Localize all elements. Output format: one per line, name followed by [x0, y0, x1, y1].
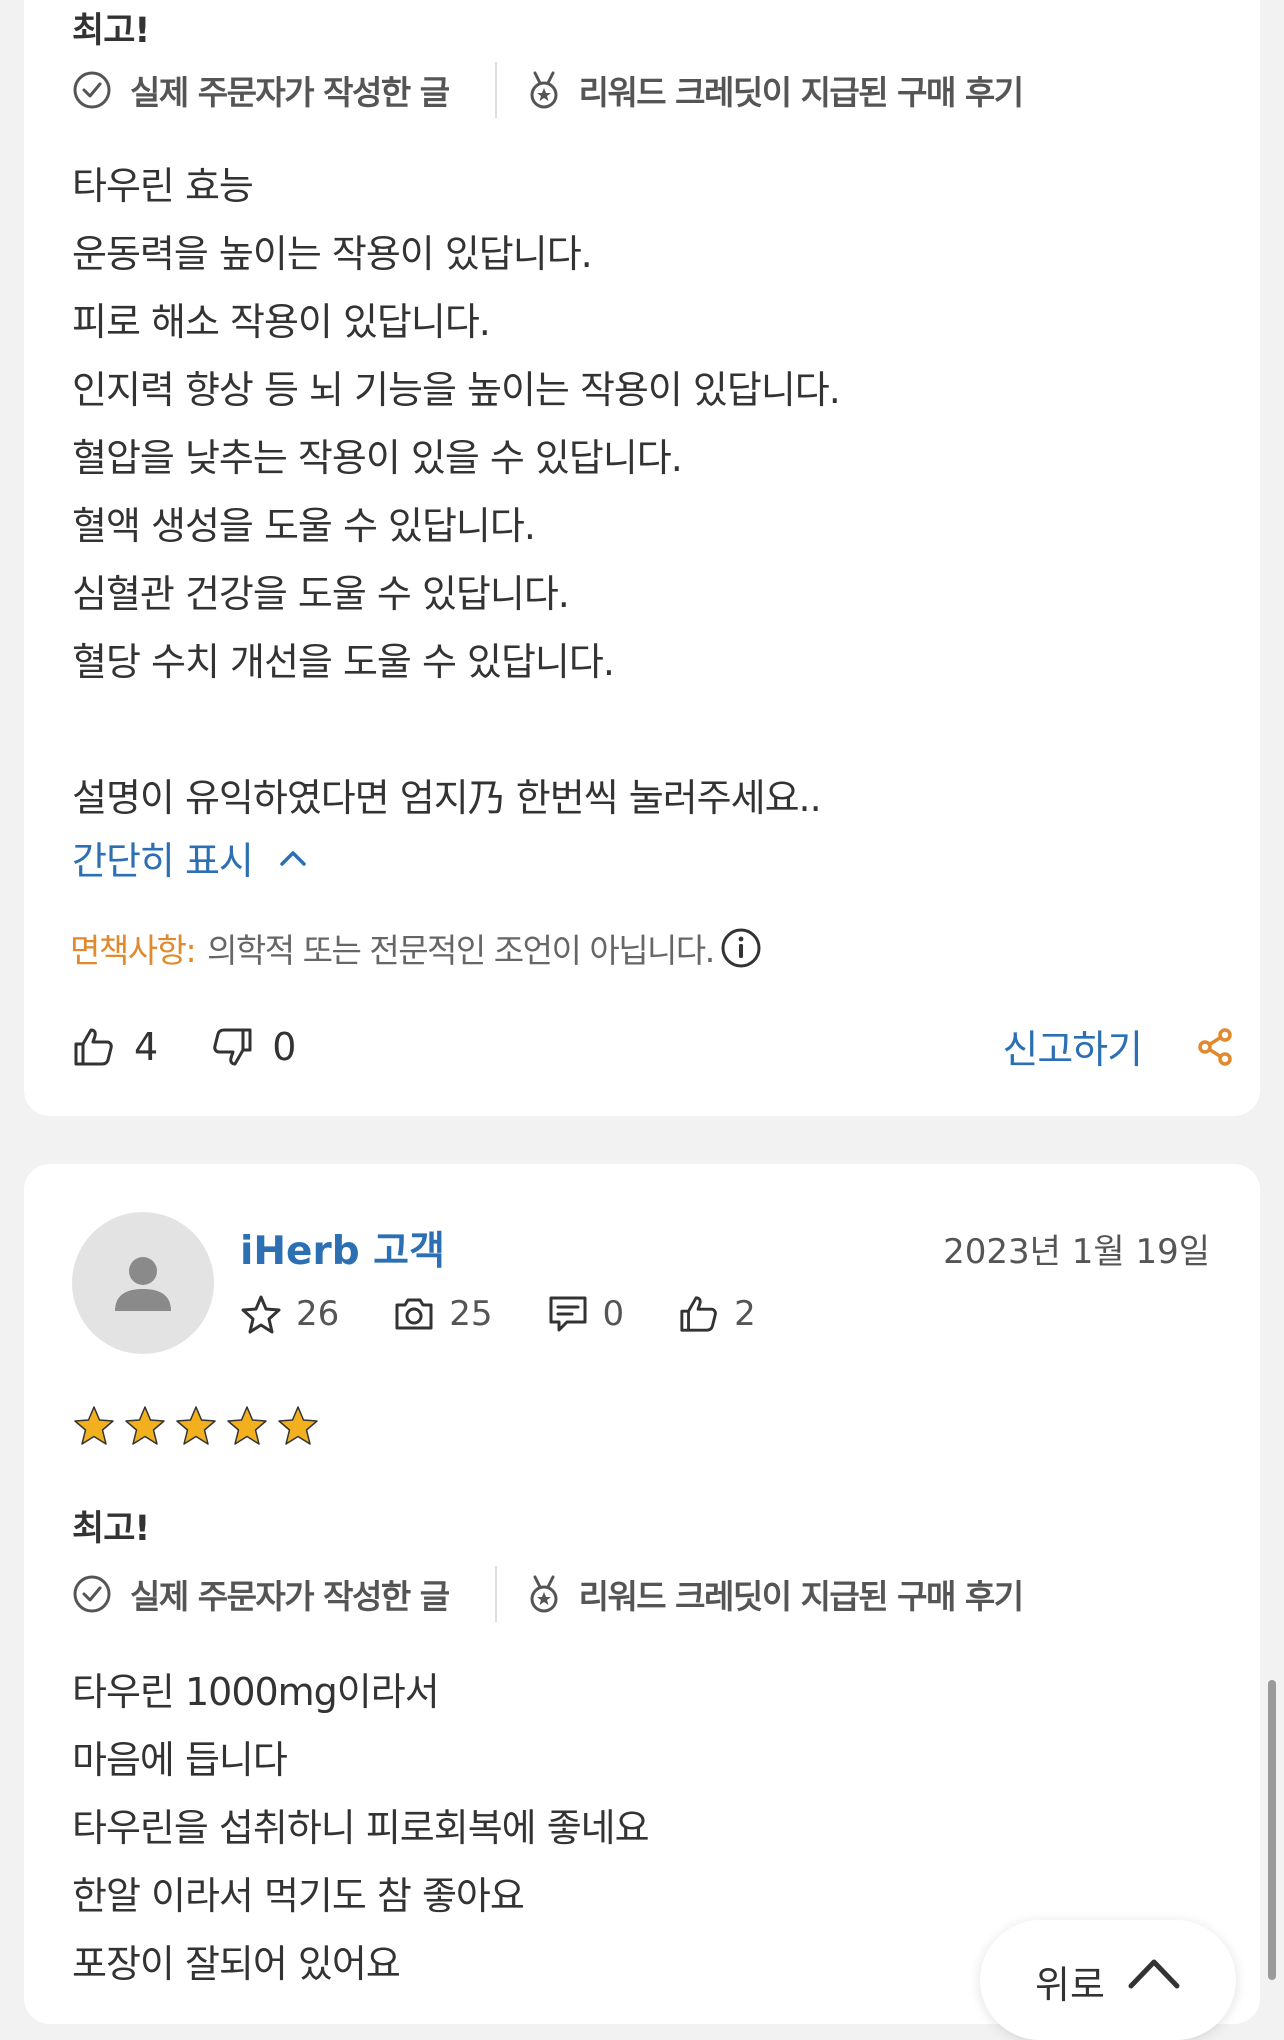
review-body-line: 한알 이라서 먹기도 참 좋아요	[72, 1874, 525, 1918]
disclaimer: 면책사항: 의학적 또는 전문적인 조언이 아닙니다.	[70, 924, 762, 972]
disclaimer-text: 의학적 또는 전문적인 조언이 아닙니다.	[207, 931, 715, 970]
review-body-line: 혈압을 낮추는 작용이 있을 수 있답니다.	[72, 436, 683, 480]
star-icon	[227, 1406, 267, 1445]
camera-icon	[395, 1298, 433, 1330]
verified-purchase-badge: 실제 주문자가 작성한 글	[72, 66, 450, 114]
star-icon	[125, 1406, 165, 1445]
review-title: 최고!	[72, 11, 150, 51]
chevron-up-icon[interactable]	[279, 848, 307, 868]
review-body-line: 마음에 듭니다	[72, 1738, 288, 1782]
unhelpful-count: 0	[272, 1025, 297, 1069]
like-count-value: 2	[734, 1294, 756, 1334]
star-icon	[278, 1406, 318, 1445]
avatar	[72, 1212, 214, 1354]
info-icon[interactable]	[720, 927, 762, 969]
review-date: 2023년 1월 19일	[943, 1232, 1210, 1272]
share-icon[interactable]	[1196, 1027, 1234, 1067]
review-body-line: 혈액 생성을 도울 수 있답니다.	[72, 504, 536, 548]
review-body-line: 심혈관 건강을 도울 수 있답니다.	[72, 572, 570, 616]
back-to-top-button[interactable]: 위로	[980, 1920, 1236, 2040]
thumbs-up-icon	[680, 1296, 718, 1332]
review-body-line: 피로 해소 작용이 있답니다.	[72, 300, 491, 344]
show-less-label[interactable]: 간단히 표시	[72, 830, 254, 885]
check-circle-icon	[73, 71, 111, 109]
photo-count-value: 25	[449, 1294, 493, 1334]
star-outline-icon	[241, 1295, 281, 1334]
helpful-count: 4	[134, 1025, 159, 1069]
review-body-line: 설명이 유익하였다면 엄지乃 한번씩 눌러주세요..	[72, 776, 822, 820]
review-body-line: 혈당 수치 개선을 도울 수 있답니다.	[72, 640, 615, 684]
user-avatar-icon	[115, 1257, 171, 1311]
review-body-line: 타우린 1000mg이라서	[72, 1670, 440, 1714]
review-badges: 실제 주문자가 작성한 글 리워드 크레딧이 지급된 구매 후기	[72, 60, 1025, 120]
helpful-button[interactable]: 4	[72, 1025, 158, 1069]
review-body-line: 포장이 잘되어 있어요	[72, 1942, 401, 1986]
scrollbar[interactable]	[1268, 1680, 1276, 1980]
rating-stars	[72, 1404, 327, 1448]
reviewer-stats: 26 25 0 2	[240, 1286, 810, 1342]
rewards-badge-label: 리워드 크레딧이 지급된 구매 후기	[578, 73, 1025, 112]
rewards-badge-label: 리워드 크레딧이 지급된 구매 후기	[578, 1577, 1025, 1616]
review-badges: 실제 주문자가 작성한 글 리워드 크레딧이 지급된 구매 후기	[72, 1564, 1025, 1624]
verified-purchase-label: 실제 주문자가 작성한 글	[130, 1577, 450, 1616]
review-body: 타우린 1000mg이라서 마음에 듭니다 타우린을 섭취하니 피로회복에 좋네…	[72, 1658, 650, 1998]
back-to-top-label[interactable]: 위로	[1035, 1954, 1105, 2009]
review-title: 최고!	[72, 1509, 150, 1549]
review-body-line	[72, 696, 840, 764]
star-icon	[74, 1406, 114, 1445]
badge-divider	[494, 62, 497, 118]
comment-count-value: 0	[602, 1294, 625, 1334]
review-body-line: 타우린을 섭취하니 피로회복에 좋네요	[72, 1806, 650, 1850]
check-circle-icon	[73, 1575, 111, 1613]
review-count-value: 26	[296, 1294, 340, 1334]
reviewer-like-count: 2	[678, 1294, 756, 1334]
rewards-badge: 리워드 크레딧이 지급된 구매 후기	[527, 66, 1025, 114]
medal-icon	[530, 71, 558, 109]
reviewer-name[interactable]: iHerb 고객	[240, 1220, 445, 1276]
thumbs-up-icon[interactable]	[72, 1026, 116, 1068]
review-body-line: 타우린 효능	[72, 164, 254, 208]
star-icon	[176, 1406, 216, 1445]
comment-icon	[549, 1296, 587, 1332]
verified-purchase-label: 실제 주문자가 작성한 글	[130, 73, 450, 112]
medal-icon	[530, 1575, 558, 1613]
review-body: 타우린 효능 운동력을 높이는 작용이 있답니다. 피로 해소 작용이 있답니다…	[72, 152, 841, 820]
review-body-line: 인지력 향상 등 뇌 기능을 높이는 작용이 있답니다.	[72, 368, 841, 412]
badge-divider	[494, 1566, 497, 1622]
unhelpful-button[interactable]: 0	[210, 1025, 296, 1069]
report-link[interactable]: 신고하기	[1002, 1019, 1143, 1075]
show-less-link[interactable]: 간단히 표시	[72, 830, 307, 885]
chevron-up-icon[interactable]	[1127, 1956, 1181, 1990]
disclaimer-label: 면책사항:	[70, 931, 197, 970]
reviewer-comment-count: 0	[547, 1294, 625, 1334]
review-actions: 4 0 신고하기	[72, 1012, 1234, 1082]
review-body-line: 운동력을 높이는 작용이 있답니다.	[72, 232, 593, 276]
reviewer-photo-count: 25	[393, 1294, 493, 1334]
thumbs-down-icon[interactable]	[210, 1026, 254, 1068]
rewards-badge: 리워드 크레딧이 지급된 구매 후기	[527, 1570, 1025, 1618]
reviewer-review-count: 26	[240, 1294, 339, 1334]
verified-purchase-badge: 실제 주문자가 작성한 글	[72, 1570, 450, 1618]
